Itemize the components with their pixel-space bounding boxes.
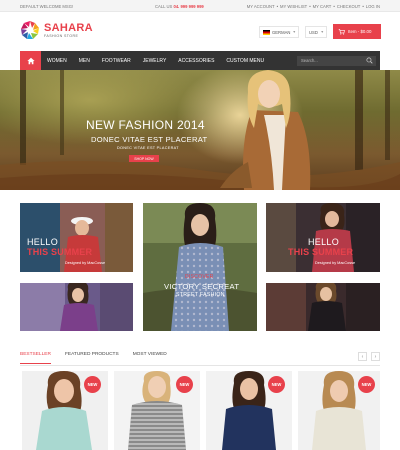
banner-bottom-left-image <box>20 283 133 331</box>
cart-button[interactable]: Item - $0.00 <box>333 24 381 39</box>
new-badge: NEW <box>268 376 285 393</box>
link-separator: • <box>362 3 364 9</box>
tab-featured-products[interactable]: FEATURED PRODUCTS <box>65 352 119 363</box>
nav-item-men[interactable]: MEN <box>73 58 96 64</box>
banner-right-summer: THIS SUMMER <box>288 247 354 257</box>
tab-bestseller[interactable]: BESTSELLER <box>20 352 51 364</box>
banner-dark-dress[interactable] <box>266 283 380 331</box>
product-card[interactable]: NEW <box>22 371 108 450</box>
banner-right-hello: HELLO <box>308 237 340 247</box>
banner-left-hello: HELLO <box>27 237 59 247</box>
currency-value: USD <box>309 29 318 35</box>
nav-item-jewelry[interactable]: JEWELRY <box>137 58 173 64</box>
nav-item-custom-menu[interactable]: CUSTOM MENU <box>220 58 270 64</box>
chevron-down-icon: ▼ <box>320 30 324 34</box>
hero-slider[interactable]: NEW FASHION 2014 DONEC VITAE EST PLACERA… <box>0 70 400 190</box>
link-separator: • <box>276 3 279 9</box>
banner-purple-dress[interactable] <box>20 283 133 331</box>
hero-subtitle: DONEC VITAE EST PLACERAT <box>91 135 208 144</box>
banner-center-title: VICTORY SECREAT <box>164 282 240 291</box>
home-icon <box>26 57 35 64</box>
language-selector[interactable]: GERMAN ▼ <box>259 26 299 38</box>
banner-right-credit: Designed by MacCosse <box>315 261 356 265</box>
hero-title: NEW FASHION 2014 <box>86 118 205 132</box>
brand-tagline: FASHION STORE <box>44 33 79 38</box>
logo[interactable]: SAHARA FASHION STORE <box>20 20 93 40</box>
logo-text: SAHARA FASHION STORE <box>44 21 93 38</box>
checkout-link[interactable]: CHECKOUT <box>337 4 361 9</box>
shop-now-button[interactable]: SHOP NOW <box>129 155 159 162</box>
new-badge: NEW <box>176 376 193 393</box>
banner-hello-summer-right[interactable]: HELLO THIS SUMMER Designed by MacCosse <box>266 203 380 272</box>
top-bar: DEFAULT WELCOME MSG! Call us 04. 999 999… <box>0 0 400 12</box>
nav-item-footwear[interactable]: FOOTWEAR <box>96 58 137 64</box>
product-card[interactable]: NEW <box>298 371 380 450</box>
currency-selector[interactable]: USD ▼ <box>305 26 327 38</box>
logo-mark-icon <box>21 21 39 39</box>
cart-summary: Item - $0.00 <box>348 29 372 34</box>
site-header: SAHARA FASHION STORE GERMAN ▼ USD ▼ Item… <box>0 12 400 50</box>
my-cart-link[interactable]: MY CART <box>313 4 332 9</box>
account-links: MY ACCOUNT • MY WISHLIST • MY CART • CHE… <box>247 4 380 9</box>
new-badge: NEW <box>358 376 375 393</box>
search-input[interactable] <box>297 55 376 66</box>
phone-info: Call us 04. 999 999 999 <box>155 4 204 9</box>
chevron-down-icon: ▼ <box>292 30 296 34</box>
search-icon[interactable] <box>366 57 373 64</box>
language-value: GERMAN <box>272 29 291 35</box>
welcome-message: DEFAULT WELCOME MSG! <box>20 3 74 9</box>
link-separator: • <box>333 3 335 9</box>
cart-icon <box>338 29 345 35</box>
brand-name: SAHARA <box>44 21 93 34</box>
banner-hello-summer-left[interactable]: HELLO THIS SUMMER Designed by MacCosse <box>20 203 133 272</box>
link-separator: • <box>309 3 311 9</box>
main-nav: WOMEN MEN FOOTWEAR JEWELRY ACCESSORIES C… <box>20 51 380 70</box>
banner-center-subtitle: STREET FASHION <box>176 292 225 298</box>
banner-bottom-right-image <box>266 283 380 331</box>
my-account-link[interactable]: MY ACCOUNT <box>247 4 275 9</box>
carousel-next-button[interactable]: › <box>371 352 380 361</box>
home-button[interactable] <box>20 51 41 70</box>
phone-prefix: Call us <box>155 3 173 9</box>
banner-left-credit: Designed by MacCosse <box>65 261 106 265</box>
german-flag-icon <box>263 29 270 35</box>
login-link[interactable]: LOG IN <box>366 4 380 9</box>
phone-number: 04. 999 999 999 <box>173 3 204 9</box>
banner-left-summer: THIS SUMMER <box>27 247 93 257</box>
tab-most-viewed[interactable]: MOST VIEWED <box>133 352 167 363</box>
carousel-prev-button[interactable]: ‹ <box>358 352 367 361</box>
banner-center-discover: DISCOVER <box>185 274 214 280</box>
hero-caption: DONEC VITAE EST PLACERAT <box>117 146 179 150</box>
hero-model-image <box>220 70 311 190</box>
new-badge: NEW <box>84 376 101 393</box>
chevron-right-icon: › <box>374 353 377 360</box>
chevron-left-icon: ‹ <box>361 353 364 360</box>
banner-center-image <box>143 203 257 331</box>
product-card[interactable]: NEW <box>114 371 200 450</box>
product-card[interactable]: NEW <box>206 371 292 450</box>
nav-item-women[interactable]: WOMEN <box>41 58 73 64</box>
banner-victory-secret[interactable]: DISCOVER VICTORY SECREAT STREET FASHION <box>143 203 257 331</box>
nav-item-accessories[interactable]: ACCESSORIES <box>172 58 220 64</box>
product-tabs: BESTSELLER FEATURED PRODUCTS MOST VIEWED <box>20 352 380 366</box>
my-wishlist-link[interactable]: MY WISHLIST <box>280 4 307 9</box>
